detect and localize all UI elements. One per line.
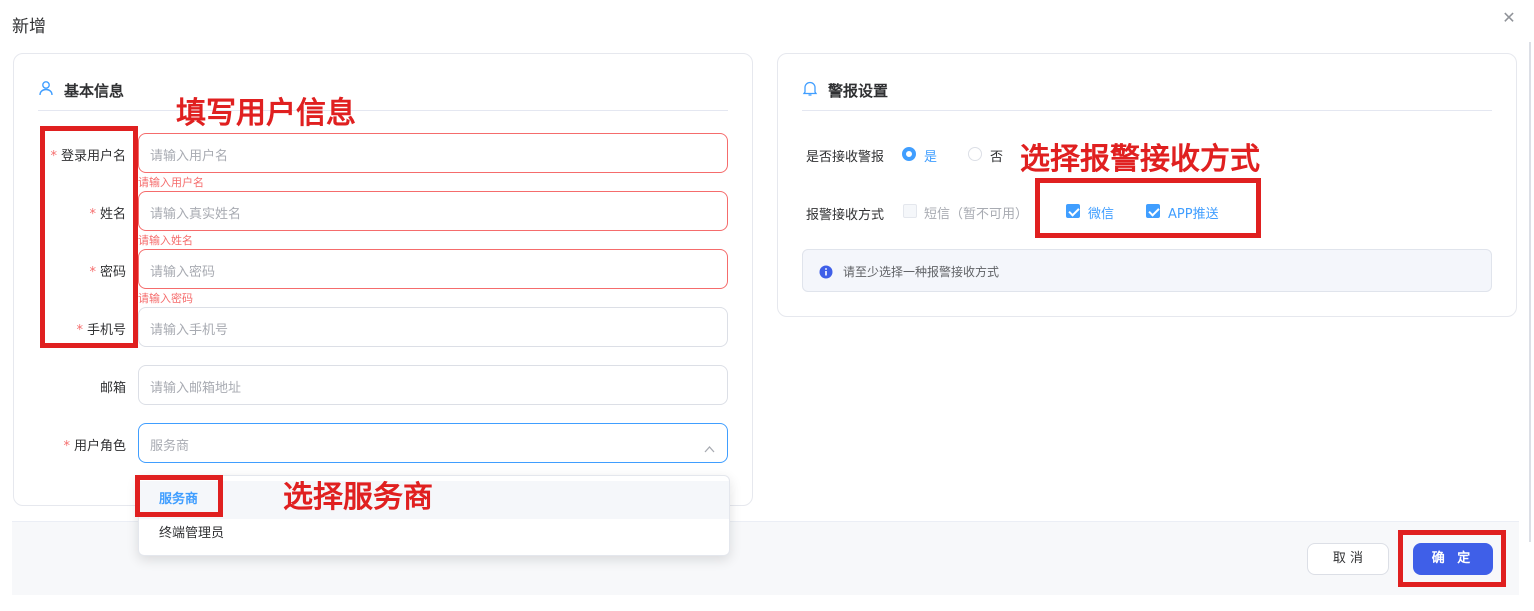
annotation-select-method: 选择报警接收方式: [1020, 142, 1260, 177]
bell-icon: [802, 80, 818, 101]
close-icon[interactable]: ✕: [1500, 9, 1518, 27]
divider: [802, 110, 1492, 111]
info-icon: [819, 264, 833, 283]
scrollbar-edge: [1529, 42, 1531, 542]
checkbox-sms-label: 短信（暂不可用）: [924, 207, 1029, 222]
chevron-up-icon: [704, 438, 715, 457]
annotation-fill-user-info: 填写用户信息: [176, 96, 356, 131]
cancel-button[interactable]: 取 消: [1307, 543, 1389, 575]
divider: [38, 110, 728, 111]
radio-no[interactable]: [968, 147, 982, 161]
annotation-box-provider: [135, 475, 223, 517]
name-placeholder: 请输入真实姓名: [150, 207, 242, 222]
annotation-box-confirm: [1398, 530, 1506, 587]
radio-no-label[interactable]: 否: [990, 146, 1003, 165]
username-error: 请输入用户名: [138, 176, 204, 189]
name-input[interactable]: 请输入真实姓名: [138, 191, 728, 231]
phone-placeholder: 请输入手机号: [150, 323, 229, 338]
username-input[interactable]: 请输入用户名: [138, 133, 728, 173]
dropdown-option-provider[interactable]: 服务商: [139, 481, 729, 519]
password-input[interactable]: 请输入密码: [138, 249, 728, 289]
username-placeholder: 请输入用户名: [150, 149, 229, 164]
role-select-value: 服务商: [150, 439, 190, 454]
receive-alarm-label: 是否接收警报: [806, 150, 885, 165]
alarm-settings-title: 警报设置: [828, 82, 889, 100]
annotation-box-labels: [40, 126, 138, 348]
annotation-select-provider: 选择服务商: [283, 480, 433, 515]
user-icon: [38, 80, 54, 100]
email-input[interactable]: 请输入邮箱地址: [138, 365, 728, 405]
role-label: * 用户角色: [63, 439, 126, 454]
dropdown-option-terminal-admin[interactable]: 终端管理员: [139, 515, 729, 553]
dialog-title: 新增: [12, 17, 46, 37]
password-placeholder: 请输入密码: [150, 265, 216, 280]
name-error: 请输入姓名: [138, 234, 193, 247]
checkbox-sms: [903, 204, 917, 218]
password-error: 请输入密码: [138, 292, 193, 305]
receive-method-label: 报警接收方式: [806, 208, 885, 223]
info-text: 请至少选择一种报警接收方式: [843, 265, 1000, 279]
annotation-box-methods: [1035, 178, 1261, 238]
phone-input[interactable]: 请输入手机号: [138, 307, 728, 347]
radio-yes[interactable]: [902, 147, 916, 161]
email-label: 邮箱: [99, 381, 126, 396]
role-dropdown: 服务商 终端管理员: [138, 475, 730, 556]
radio-yes-label[interactable]: 是: [924, 146, 937, 165]
role-select[interactable]: 服务商: [138, 423, 728, 463]
basic-info-title: 基本信息: [64, 82, 125, 100]
email-placeholder: 请输入邮箱地址: [150, 381, 242, 396]
